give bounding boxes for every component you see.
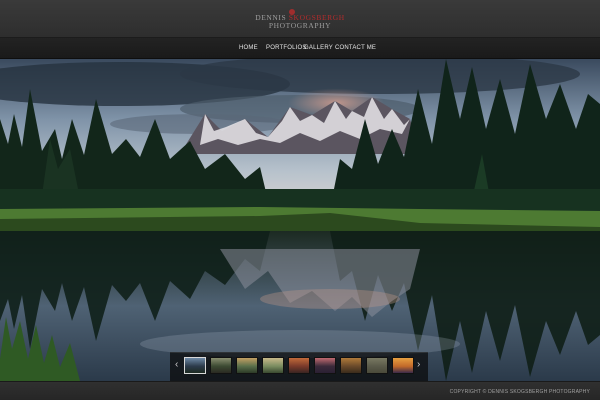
logo-tagline: PHOTOGRAPHY <box>268 21 332 30</box>
hero-slideshow-image[interactable] <box>0 59 600 381</box>
thumbnail-3[interactable] <box>236 357 258 374</box>
thumbnail-6[interactable] <box>314 357 336 374</box>
thumbnail-7[interactable] <box>340 357 362 374</box>
thumbnail-2[interactable] <box>210 357 232 374</box>
chevron-right-icon[interactable]: › <box>417 360 420 370</box>
thumbnail-1[interactable] <box>184 357 206 374</box>
copyright-text: COPYRIGHT © DENNIS SKOGSBERGH PHOTOGRAPH… <box>449 389 590 395</box>
site-header: DENNIS SKOGSBERGH PHOTOGRAPHY <box>0 0 600 38</box>
chevron-left-icon[interactable]: ‹ <box>175 360 178 370</box>
nav-item-portfolios[interactable]: PORTFOLIOS <box>266 44 307 52</box>
nav-item-home[interactable]: HOME <box>239 44 258 52</box>
nav-item-gallery[interactable]: GALLERY <box>304 44 333 52</box>
thumbnail-9[interactable] <box>392 357 414 374</box>
thumbnail-5[interactable] <box>288 357 310 374</box>
site-footer: COPYRIGHT © DENNIS SKOGSBERGH PHOTOGRAPH… <box>0 381 600 400</box>
main-nav: HOME PORTFOLIOS GALLERY CONTACT ME <box>0 38 600 59</box>
thumbnail-4[interactable] <box>262 357 284 374</box>
hero-landscape-illustration <box>0 59 600 381</box>
thumbnail-8[interactable] <box>366 357 388 374</box>
nav-item-contact[interactable]: CONTACT ME <box>335 44 376 52</box>
